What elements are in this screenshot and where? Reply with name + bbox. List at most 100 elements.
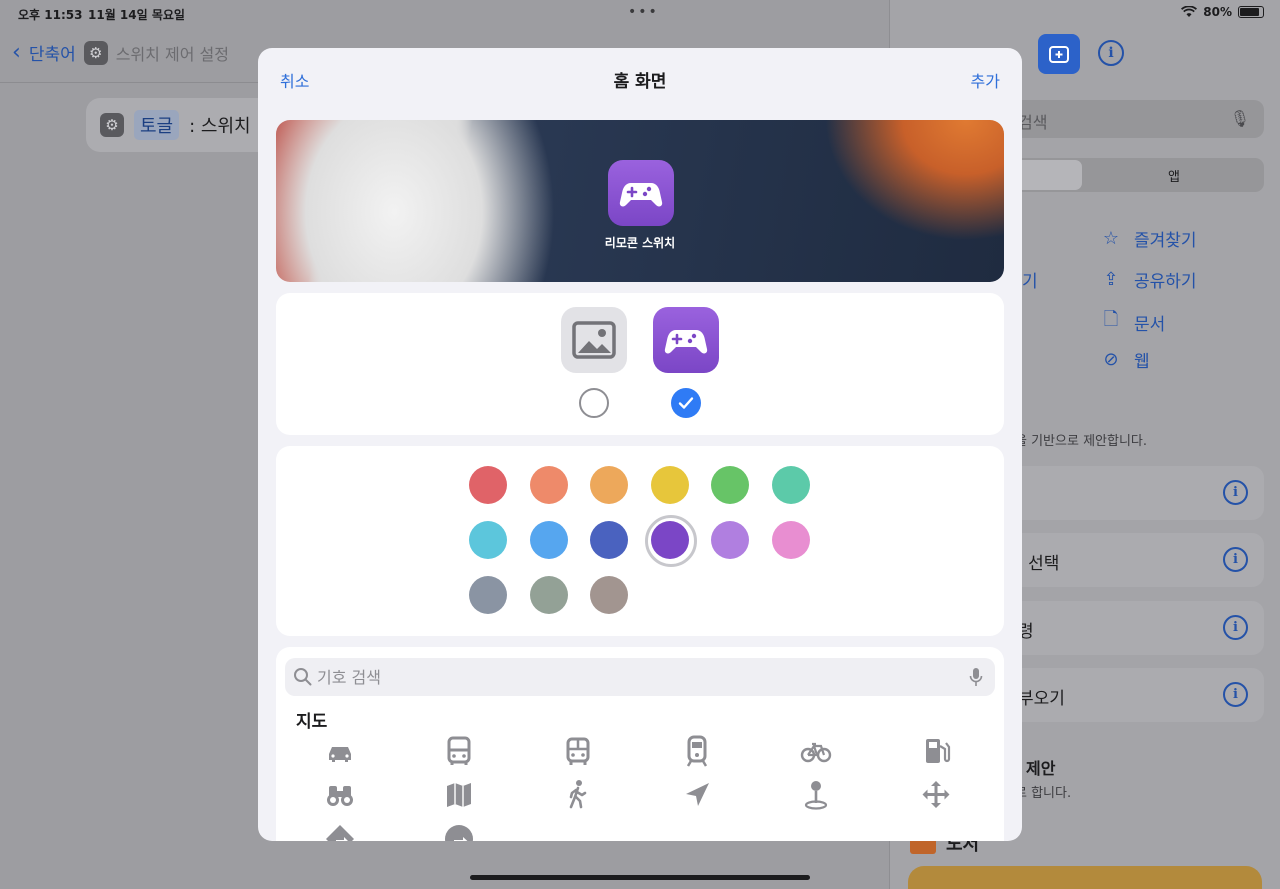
category-sharing[interactable]: ⇪ 공유하기 (1100, 267, 1196, 292)
color-swatch[interactable] (469, 466, 507, 504)
document-icon: 🗋 (1103, 309, 1119, 330)
microphone-icon[interactable]: 🎙 (1230, 109, 1250, 128)
toggle-action[interactable]: ⚙ 토글 : 스위치 (86, 98, 286, 152)
info-icon[interactable]: i (1223, 480, 1248, 505)
info-icon[interactable]: i (1223, 547, 1248, 572)
color-swatch[interactable] (644, 515, 697, 567)
category-favorites[interactable]: ☆ 즐겨찾기 (1100, 226, 1197, 251)
walking-figure-icon[interactable] (558, 775, 598, 815)
glyph-icon-option[interactable] (653, 307, 719, 373)
search-icon (294, 668, 312, 686)
action-library-icon (1049, 46, 1069, 63)
action-row-label: 부오기 (1018, 689, 1065, 709)
actions-search-input[interactable]: 검색 🎙 (1010, 100, 1264, 138)
info-icon[interactable]: i (1098, 40, 1124, 66)
color-swatch[interactable] (529, 466, 568, 504)
color-swatch[interactable] (529, 521, 568, 559)
info-icon[interactable]: i (1223, 615, 1248, 640)
sheet-header: 취소 홈 화면 추가 (258, 48, 1022, 108)
tram-icon[interactable] (558, 731, 598, 771)
search-placeholder: 검색 (1018, 113, 1048, 132)
segmented-control[interactable]: 앱 (1010, 158, 1264, 192)
battery-icon (1238, 6, 1264, 18)
add-to-home-screen-sheet: 취소 홈 화면 추가 리모콘 스위치 기호 검색 지도 (258, 48, 1022, 841)
color-swatch[interactable] (469, 521, 507, 559)
action-text: : 스위치 (189, 116, 251, 137)
settings-gear-icon: ⚙ (100, 113, 124, 137)
multitasking-dots-icon[interactable]: ••• (628, 4, 659, 20)
location-arrow-icon[interactable] (677, 775, 717, 815)
action-row[interactable]: i (1010, 466, 1264, 520)
chevron-left-icon: ‹ (12, 39, 21, 65)
status-right: 80% (1181, 5, 1264, 19)
color-swatch[interactable] (711, 466, 749, 504)
color-swatch[interactable] (590, 466, 628, 504)
category-documents[interactable]: 🗋 문서 (1100, 307, 1166, 337)
action-token[interactable]: 토글 (134, 110, 180, 140)
binoculars-icon[interactable] (320, 775, 360, 815)
home-screen-preview: 리모콘 스위치 (276, 120, 1004, 282)
category-label: 문서 (1134, 314, 1166, 335)
color-swatch[interactable] (771, 521, 810, 559)
turn-right-diamond-icon[interactable] (320, 819, 360, 841)
bus-icon[interactable] (439, 731, 479, 771)
map-pin-icon[interactable] (796, 775, 836, 815)
preview-app-name[interactable]: 리모콘 스위치 (276, 234, 1004, 251)
shortcut-title[interactable]: 스위치 제어 설정 (116, 41, 229, 65)
color-swatch[interactable] (771, 466, 810, 504)
add-action-button[interactable] (1038, 34, 1080, 74)
suggestions-subtitle: 로 합니다. (1015, 786, 1072, 801)
info-icon[interactable]: i (1223, 682, 1248, 707)
home-indicator[interactable] (470, 875, 810, 880)
color-picker-card (276, 446, 1004, 636)
action-row[interactable]: 령 i (1010, 601, 1264, 655)
add-button[interactable]: 추가 (971, 68, 1000, 92)
symbol-section-title: 지도 (296, 712, 328, 732)
car-icon[interactable] (320, 731, 360, 771)
symbol-search-field[interactable] (285, 658, 995, 696)
symbol-search-input[interactable] (317, 662, 957, 692)
glyph-option-radio[interactable] (671, 388, 701, 418)
microphone-icon[interactable] (969, 667, 983, 687)
color-swatch[interactable] (711, 521, 749, 559)
icon-type-card (276, 293, 1004, 435)
battery-percent: 80% (1203, 5, 1232, 19)
gamecontroller-icon (619, 183, 663, 207)
color-swatch[interactable] (469, 576, 507, 614)
segment-apps[interactable]: 앱 (1168, 166, 1180, 185)
photo-icon (572, 321, 616, 359)
back-label: 단축어 (28, 45, 76, 65)
map-icon[interactable] (439, 775, 479, 815)
gamecontroller-icon (664, 330, 708, 354)
status-time: 오후 11:53 (18, 8, 83, 22)
photo-option-radio[interactable] (579, 388, 609, 418)
sheet-title: 홈 화면 (613, 72, 667, 92)
color-swatch[interactable] (590, 576, 628, 614)
category-web[interactable]: ⊘ 웹 (1100, 347, 1150, 372)
color-swatch[interactable] (590, 521, 628, 559)
suggestion-note: 을 기반으로 제안합니다. (1015, 434, 1147, 449)
compass-icon: ⊘ (1103, 349, 1119, 370)
bicycle-icon[interactable] (796, 731, 836, 771)
suggestion-card[interactable] (908, 866, 1262, 889)
preview-app-icon (608, 160, 674, 226)
status-date: 11월 14일 목요일 (88, 8, 185, 22)
photo-icon-option[interactable] (561, 307, 627, 373)
action-row[interactable]: l 선택 i (1010, 533, 1264, 587)
train-icon[interactable] (677, 731, 717, 771)
color-swatch[interactable] (529, 576, 568, 614)
action-row-label: l 선택 (1018, 554, 1060, 574)
fuel-pump-icon[interactable] (916, 731, 956, 771)
move-arrows-icon[interactable] (916, 775, 956, 815)
back-button[interactable]: ‹ 단축어 ⚙ 스위치 제어 설정 (12, 40, 229, 65)
category-label: 즐겨찾기 (1134, 231, 1197, 251)
color-swatch[interactable] (650, 466, 689, 504)
category-label: 웹 (1134, 352, 1150, 372)
segment-active[interactable] (1012, 160, 1082, 190)
category-partial[interactable]: 기 (1022, 267, 1038, 292)
share-icon: ⇪ (1103, 269, 1119, 290)
action-row[interactable]: 부오기 i (1010, 668, 1264, 722)
checkmark-icon (678, 397, 694, 409)
status-bar: 오후 11:53 11월 14일 목요일 ••• 80% (0, 0, 1280, 26)
turn-right-circle-icon[interactable] (439, 819, 479, 841)
